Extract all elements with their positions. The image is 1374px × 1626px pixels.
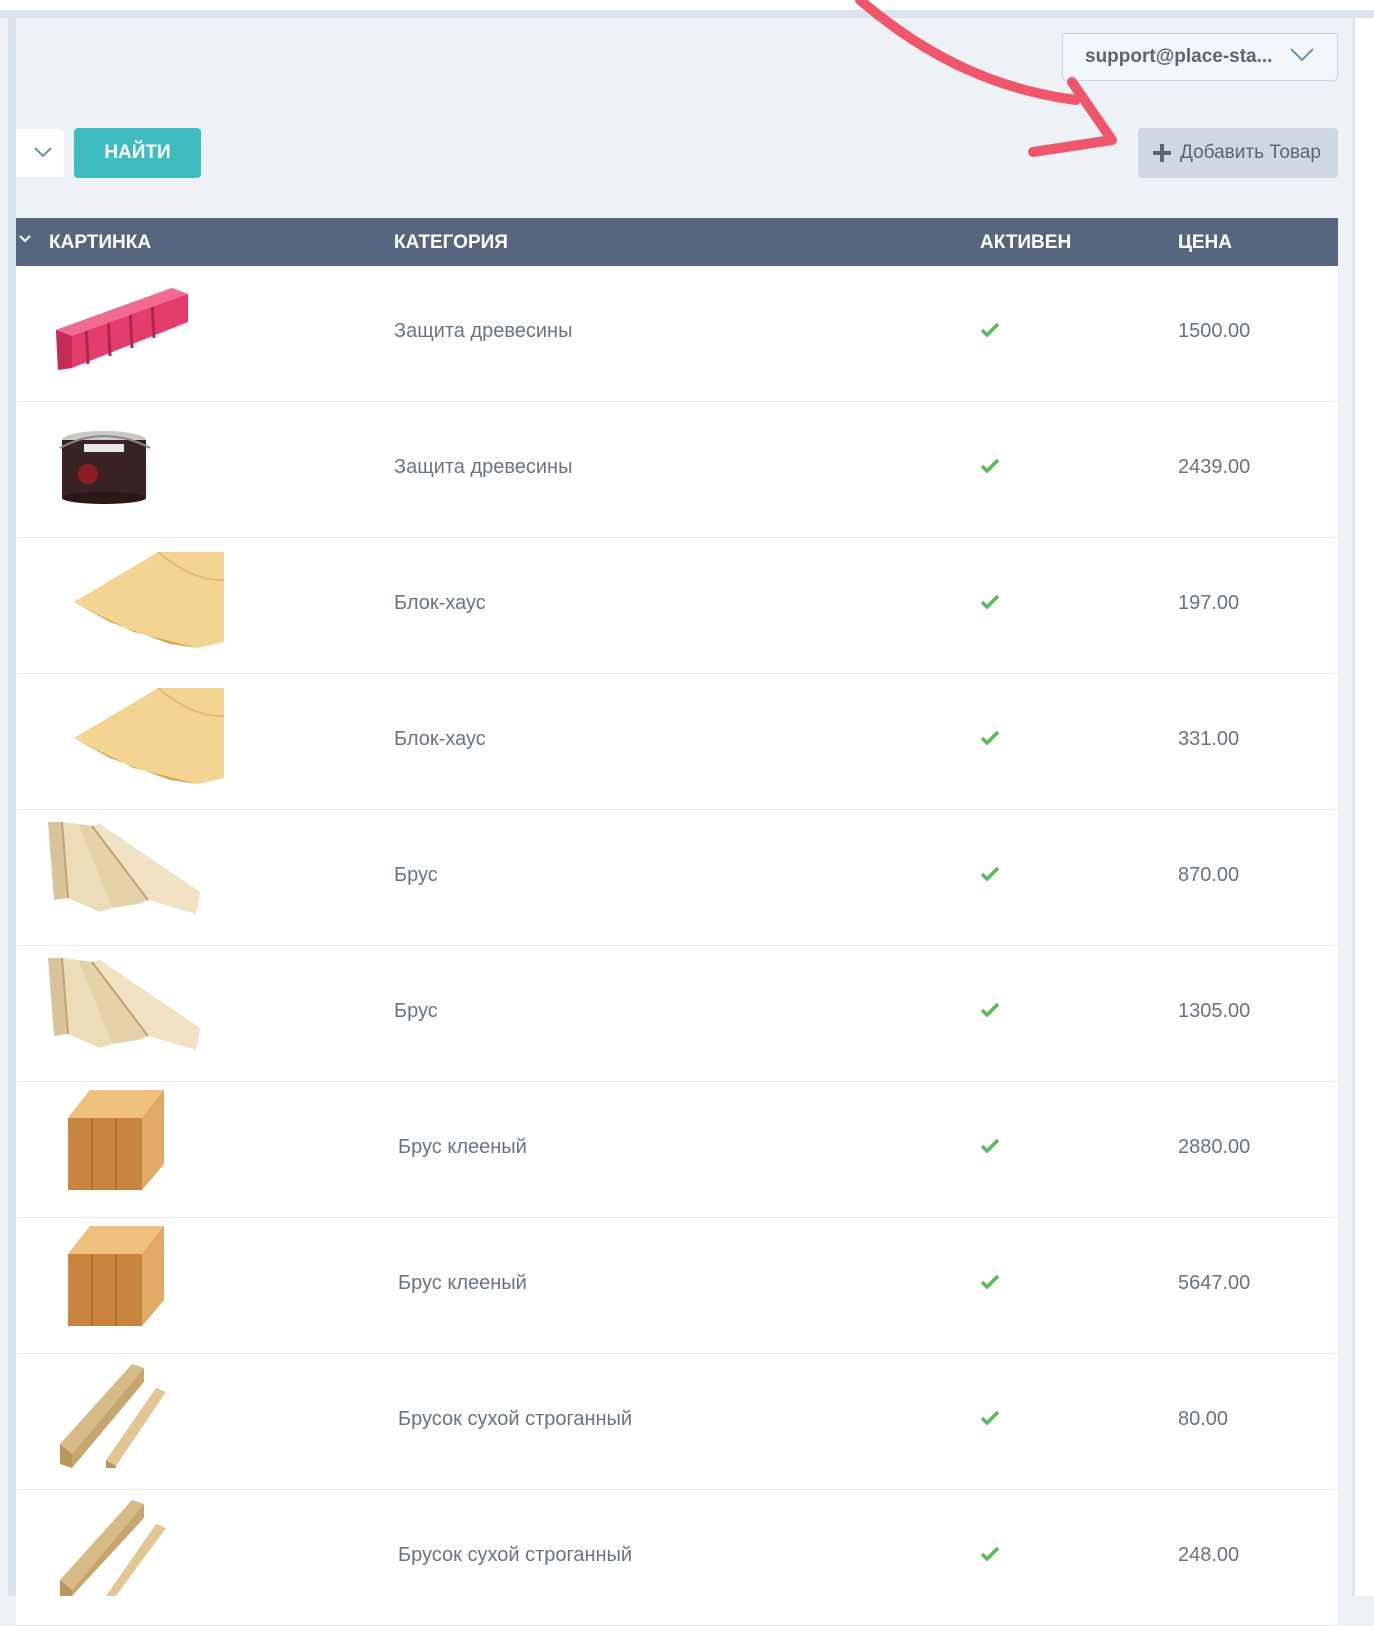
price-cell: 5647.00 bbox=[1178, 1272, 1251, 1294]
window-left-border bbox=[8, 18, 16, 1596]
price-cell: 1305.00 bbox=[1178, 1000, 1251, 1022]
column-header-price[interactable]: ЦЕНА bbox=[1178, 232, 1232, 254]
table-row[interactable]: Брусок сухой строганный 248.00 bbox=[16, 1490, 1338, 1626]
add-product-button[interactable]: Добавить Товар bbox=[1138, 128, 1338, 178]
check-icon bbox=[980, 322, 1000, 338]
category-cell: Брусок сухой строганный bbox=[398, 1408, 633, 1430]
chevron-down-icon bbox=[1290, 48, 1314, 62]
price-cell: 2439.00 bbox=[1178, 456, 1251, 478]
price-cell: 1500.00 bbox=[1178, 320, 1251, 342]
category-cell: Блок-хаус bbox=[394, 592, 486, 614]
check-icon bbox=[980, 1410, 1000, 1426]
table-row[interactable]: Брус 870.00 bbox=[16, 810, 1338, 946]
right-panel-edge bbox=[1352, 18, 1374, 1596]
check-icon bbox=[980, 594, 1000, 610]
user-account-dropdown[interactable]: support@place-sta... bbox=[1062, 33, 1338, 81]
price-cell: 80.00 bbox=[1178, 1408, 1229, 1430]
glued-beam-image bbox=[68, 1226, 164, 1326]
filter-select[interactable] bbox=[16, 129, 64, 177]
category-cell: Брусок сухой строганный bbox=[398, 1544, 633, 1566]
check-icon bbox=[980, 1138, 1000, 1154]
find-button[interactable]: НАЙТИ bbox=[74, 128, 201, 178]
column-header-category[interactable]: КАТЕГОРИЯ bbox=[394, 232, 508, 254]
price-cell: 870.00 bbox=[1178, 864, 1240, 886]
paint-can-image bbox=[59, 431, 151, 504]
chevron-down-icon bbox=[34, 147, 52, 158]
table-row[interactable]: Брус клееный 2880.00 bbox=[16, 1082, 1338, 1218]
table-row[interactable]: Защита древесины 1500.00 bbox=[16, 266, 1338, 402]
window-top-edge bbox=[0, 0, 1374, 10]
category-cell: Блок-хаус bbox=[394, 728, 486, 750]
table-row[interactable]: Блок-хаус 197.00 bbox=[16, 538, 1338, 674]
category-cell: Защита древесины bbox=[394, 456, 573, 478]
table-header: КАРТИНКА КАТЕГОРИЯ АКТИВЕН ЦЕНА bbox=[16, 218, 1338, 266]
dry-bars-image bbox=[60, 1500, 166, 1596]
price-cell: 197.00 bbox=[1178, 592, 1240, 614]
category-cell: Брус bbox=[394, 1000, 438, 1022]
price-cell: 248.00 bbox=[1178, 1544, 1240, 1566]
user-email: support@place-sta... bbox=[1085, 46, 1273, 67]
beams-image bbox=[48, 822, 200, 914]
check-icon bbox=[980, 730, 1000, 746]
find-button-label: НАЙТИ bbox=[104, 142, 171, 163]
pink-boards-image bbox=[56, 288, 188, 370]
category-cell: Брус клееный bbox=[398, 1136, 527, 1158]
table-row[interactable]: Защита древесины 2439.00 bbox=[16, 402, 1338, 538]
window-top-border bbox=[0, 10, 1374, 18]
add-product-label: Добавить Товар bbox=[1180, 142, 1321, 163]
table-row[interactable]: Брус клееный 5647.00 bbox=[16, 1218, 1338, 1354]
price-cell: 331.00 bbox=[1178, 728, 1240, 750]
column-header-active[interactable]: АКТИВЕН bbox=[980, 232, 1071, 254]
block-house-image bbox=[74, 552, 224, 648]
price-cell: 2880.00 bbox=[1178, 1136, 1251, 1158]
check-icon bbox=[980, 1274, 1000, 1290]
column-header-image[interactable]: КАРТИНКА bbox=[49, 232, 151, 254]
check-icon bbox=[980, 1002, 1000, 1018]
block-house-image bbox=[74, 688, 224, 784]
table-row[interactable]: Брус 1305.00 bbox=[16, 946, 1338, 1082]
beams-image bbox=[48, 958, 200, 1050]
table-row[interactable]: Блок-хаус 331.00 bbox=[16, 674, 1338, 810]
plus-icon bbox=[1153, 144, 1171, 162]
glued-beam-image bbox=[68, 1090, 164, 1190]
check-icon bbox=[980, 458, 1000, 474]
category-cell: Брус bbox=[394, 864, 438, 886]
table-row[interactable]: Брусок сухой строганный 80.00 bbox=[16, 1354, 1338, 1490]
sort-chevron-icon[interactable] bbox=[18, 234, 32, 244]
check-icon bbox=[980, 1546, 1000, 1562]
check-icon bbox=[980, 866, 1000, 882]
dry-bars-image bbox=[60, 1364, 166, 1468]
category-cell: Брус клееный bbox=[398, 1272, 527, 1294]
category-cell: Защита древесины bbox=[394, 320, 573, 342]
